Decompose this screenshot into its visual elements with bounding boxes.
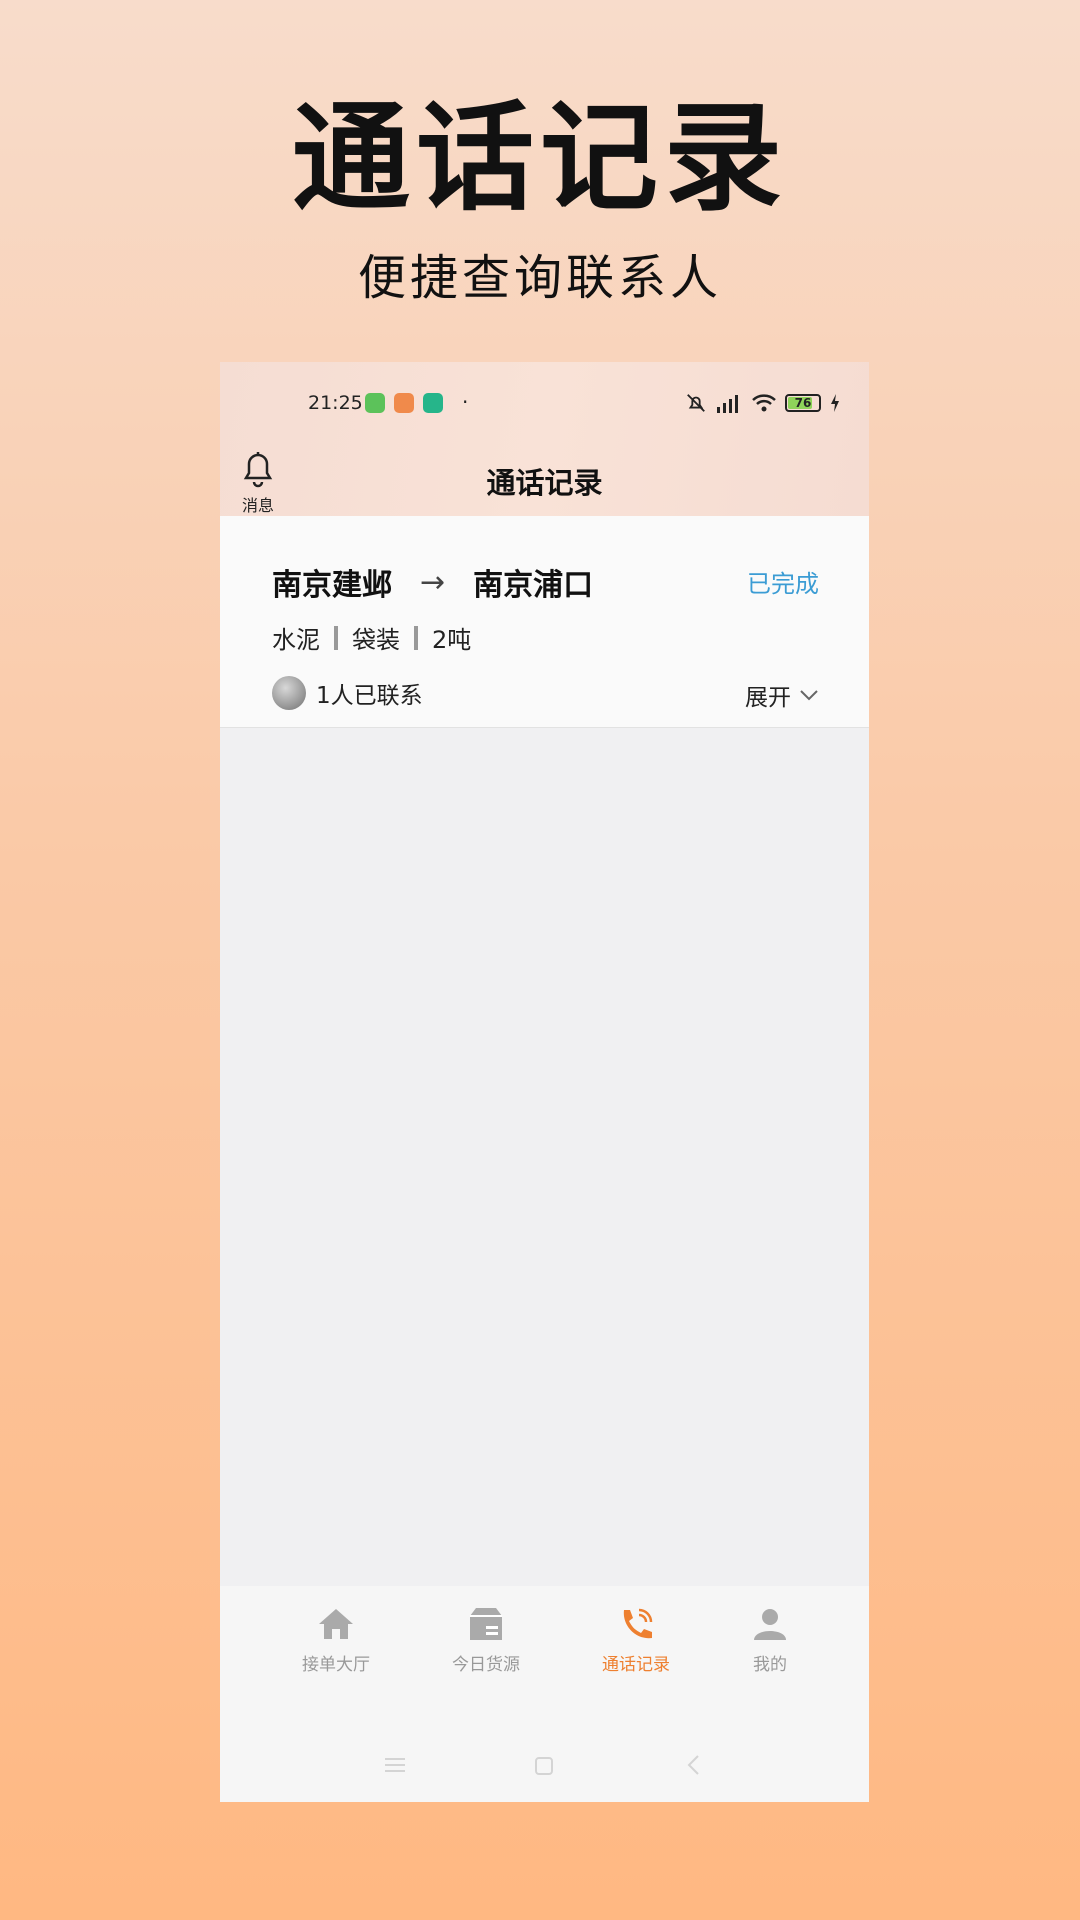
cargo-tags: 水泥 袋装 2吨 <box>272 620 471 655</box>
charging-icon <box>831 394 839 412</box>
tab-label: 通话记录 <box>602 1655 670 1675</box>
promo-title: 通话记录 <box>291 89 788 227</box>
tag-divider <box>414 625 418 650</box>
wifi-icon <box>752 394 776 412</box>
status-bar: 21:25 · 76 <box>220 390 869 420</box>
phone-screen: 21:25 · 76 消息 通话记录 南京建邺 → 南京浦口 已完成 水泥 袋装… <box>220 362 869 1802</box>
expand-button[interactable]: 展开 <box>745 678 819 712</box>
top-area: 21:25 · 76 消息 通话记录 <box>220 362 869 516</box>
status-time: 21:25 <box>308 392 363 414</box>
chevron-down-icon <box>800 690 818 701</box>
box-icon <box>470 1608 502 1640</box>
contact-summary: 1人已联系 <box>272 676 423 710</box>
home-icon <box>319 1609 353 1639</box>
tab-call-records[interactable]: 通话记录 <box>576 1606 696 1675</box>
user-icon <box>754 1609 786 1640</box>
status-badge: 已完成 <box>747 570 819 598</box>
cargo-weight: 2吨 <box>432 626 472 654</box>
system-nav-bar <box>220 1752 869 1782</box>
tab-order-hall[interactable]: 接单大厅 <box>276 1606 396 1675</box>
tab-label: 接单大厅 <box>302 1655 370 1675</box>
signal-icon <box>717 395 738 413</box>
status-right: 76 <box>685 392 841 414</box>
phone-icon <box>623 1608 653 1639</box>
route: 南京建邺 → 南京浦口 <box>272 560 593 604</box>
battery-level: 76 <box>794 396 812 410</box>
tag-divider <box>334 625 338 650</box>
mute-bell-icon <box>687 394 705 412</box>
tab-mine[interactable]: 我的 <box>710 1606 830 1675</box>
tab-label: 我的 <box>753 1655 787 1675</box>
contact-count: 1人已联系 <box>316 683 423 709</box>
app-notification-icon <box>365 393 385 413</box>
navbar: 消息 通话记录 <box>220 432 869 516</box>
expand-label: 展开 <box>745 685 791 711</box>
route-to: 南京浦口 <box>473 568 594 603</box>
back-icon[interactable] <box>686 1754 700 1776</box>
tab-today-cargo[interactable]: 今日货源 <box>426 1606 546 1675</box>
page-title: 通话记录 <box>486 466 603 500</box>
avatar <box>272 676 306 710</box>
tab-bar: 接单大厅 今日货源 通话记录 我的 <box>220 1586 869 1802</box>
call-record-card[interactable]: 南京建邺 → 南京浦口 已完成 水泥 袋装 2吨 1人已联系 展开 <box>220 516 869 728</box>
route-from: 南京建邺 <box>272 568 392 603</box>
battery-icon: 76 <box>785 394 821 412</box>
status-dot: · <box>462 390 469 414</box>
home-square-icon[interactable] <box>534 1756 554 1776</box>
arrow-right-icon: → <box>420 564 446 600</box>
shield-icon <box>423 393 443 413</box>
promo-subtitle: 便捷查询联系人 <box>357 250 722 306</box>
menu-icon[interactable] <box>384 1756 406 1774</box>
app-notification-icon <box>394 393 414 413</box>
cargo-packaging: 袋装 <box>352 626 400 654</box>
tab-label: 今日货源 <box>452 1655 520 1675</box>
cargo-type: 水泥 <box>272 626 320 654</box>
